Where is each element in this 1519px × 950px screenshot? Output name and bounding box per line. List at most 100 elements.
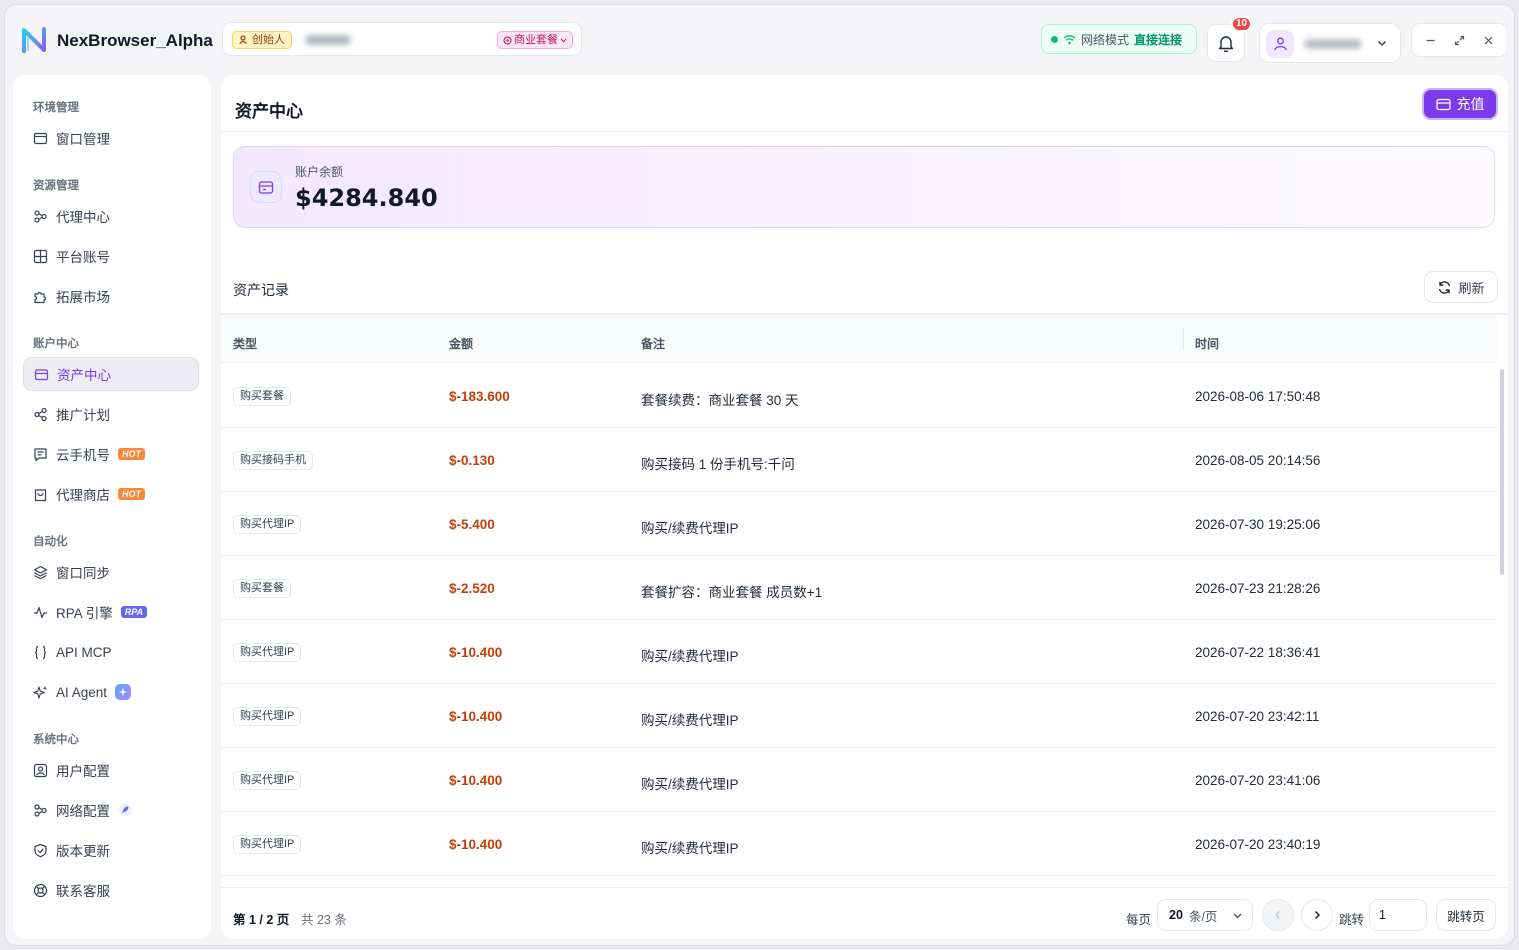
time-cell: 2026-07-20 23:40:19: [1195, 837, 1321, 852]
sidebar-item-extension-market[interactable]: 拓展市场: [23, 279, 199, 313]
sidebar-item-customer-service[interactable]: 联系客服: [23, 873, 199, 907]
sidebar-item-label: RPA 引擎: [56, 606, 113, 621]
sidebar-item-asset-center[interactable]: 资产中心: [23, 357, 199, 391]
table-scrollbar[interactable]: [1500, 369, 1504, 575]
chevron-left-icon: [1275, 911, 1280, 919]
sidebar-item-user-settings[interactable]: 用户配置: [23, 753, 199, 787]
window-controls: [1411, 23, 1508, 57]
prev-page-button[interactable]: [1262, 899, 1294, 931]
message-icon: [34, 447, 47, 461]
sidebar-group-title: 环境管理: [33, 102, 79, 114]
maximize-button[interactable]: [1448, 28, 1472, 52]
sidebar-item-api-mcp[interactable]: API MCP: [23, 635, 199, 669]
status-dot: [1051, 35, 1058, 43]
sparkles-icon: [33, 685, 48, 699]
records-title: 资产记录: [233, 282, 289, 298]
amount-cell: $-5.400: [449, 517, 495, 532]
time-cell: 2026-08-06 17:50:48: [1195, 389, 1321, 404]
time-cell: 2026-08-05 20:14:56: [1195, 453, 1321, 468]
per-page-select[interactable]: 20 条/页: [1157, 899, 1253, 931]
close-button[interactable]: [1477, 28, 1501, 52]
ai-badge-icon: [115, 684, 132, 700]
time-cell: 2026-07-30 19:25:06: [1195, 517, 1321, 532]
balance-label: 账户余额: [295, 165, 344, 179]
sidebar-item-referral-program[interactable]: 推广计划: [23, 397, 199, 431]
refresh-button-label: 刷新: [1458, 280, 1485, 296]
grid-icon: [33, 249, 48, 263]
plan-icon: [503, 35, 512, 45]
minimize-button[interactable]: [1419, 28, 1443, 52]
sidebar-group-title: 账户中心: [33, 338, 79, 350]
sidebar-item-label: 窗口管理: [56, 132, 110, 147]
minimize-icon: [1426, 39, 1435, 41]
amount-cell: $-10.400: [449, 773, 503, 788]
jump-page-input[interactable]: [1369, 899, 1427, 931]
sidebar-item-cloud-phone[interactable]: 云手机号 HOT: [23, 437, 199, 471]
sidebar-item-proxy-store[interactable]: 代理商店 HOT: [23, 477, 199, 511]
time-cell: 2026-07-22 18:36:41: [1195, 645, 1321, 660]
column-header-time: 时间: [1195, 337, 1220, 351]
column-header-type: 类型: [233, 337, 258, 351]
column-resizer[interactable]: [1183, 328, 1184, 350]
divider: [221, 131, 1508, 132]
per-page-label: 每页: [1126, 913, 1152, 927]
refresh-icon: [1439, 280, 1451, 294]
shopping-bag-icon: [34, 488, 47, 501]
user-menu[interactable]: [1259, 23, 1401, 63]
table-row: 购买代理IP $-10.400 购买/续费代理IP 2026-07-20 23:…: [221, 684, 1497, 748]
jump-page-button[interactable]: 跳转页: [1436, 899, 1496, 931]
amount-cell: $-0.130: [449, 453, 495, 468]
table-row: 购买套餐 $-2.520 套餐扩容：商业套餐 成员数+1 2026-07-23 …: [221, 556, 1497, 620]
type-tag: 购买代理IP: [233, 835, 302, 854]
recharge-button[interactable]: 充值: [1422, 88, 1498, 120]
next-page-button[interactable]: [1301, 899, 1333, 931]
team-selector[interactable]: 创始人 商业套餐: [222, 22, 582, 56]
wallet-icon: [1435, 98, 1451, 110]
sidebar-item-window-management[interactable]: 窗口管理: [23, 121, 199, 155]
table-row: 购买代理IP $-10.400 购买/续费代理IP 2026-07-20 23:…: [221, 812, 1497, 876]
sidebar-group-title: 系统中心: [33, 734, 79, 746]
role-badge: 创始人: [232, 31, 292, 49]
plan-badge[interactable]: 商业套餐: [497, 31, 573, 49]
type-tag: 购买套餐: [233, 579, 291, 598]
note-cell: 购买/续费代理IP: [641, 521, 739, 536]
sidebar-group-title: 自动化: [33, 536, 68, 548]
balance-value: $4284.840: [295, 184, 438, 212]
sidebar-item-window-sync[interactable]: 窗口同步: [23, 555, 199, 589]
user-settings-icon: [33, 763, 48, 777]
sidebar-item-platform-accounts[interactable]: 平台账号: [23, 239, 199, 273]
type-tag: 购买代理IP: [233, 643, 302, 662]
plan-badge-label: 商业套餐: [514, 34, 558, 46]
sidebar-item-proxy-center[interactable]: 代理中心: [23, 199, 199, 233]
sidebar-item-version-update[interactable]: 版本更新: [23, 833, 199, 867]
refresh-button[interactable]: 刷新: [1424, 271, 1498, 303]
jump-label: 跳转: [1339, 913, 1365, 927]
type-tag: 购买接码手机: [233, 451, 313, 470]
note-cell: 购买/续费代理IP: [641, 841, 739, 856]
note-cell: 购买/续费代理IP: [641, 777, 739, 792]
network-mode-indicator[interactable]: 网络模式 直接连接: [1041, 24, 1197, 54]
sidebar-item-label: 代理中心: [56, 210, 110, 225]
note-cell: 购买/续费代理IP: [641, 649, 739, 664]
expand-icon: [1454, 35, 1465, 45]
sidebar-item-label: API MCP: [56, 644, 112, 660]
sidebar-item-rpa-engine[interactable]: RPA 引擎 RPA: [23, 595, 199, 629]
amount-cell: $-10.400: [449, 709, 503, 724]
puzzle-icon: [34, 291, 47, 303]
note-cell: 套餐续费：商业套餐 30 天: [641, 393, 799, 408]
amount-cell: $-183.600: [449, 389, 510, 404]
share-icon: [34, 407, 47, 421]
chevron-down-icon: [1233, 913, 1242, 919]
sidebar-group-title: 资源管理: [33, 180, 79, 192]
sidebar-item-network-settings[interactable]: 网络配置: [23, 793, 199, 827]
page-title: 资产中心: [235, 102, 303, 121]
chevron-down-icon: [1377, 40, 1387, 47]
network-mode-value: 直接连接: [1134, 32, 1183, 47]
time-cell: 2026-07-20 23:42:11: [1195, 709, 1320, 724]
network-nodes-icon: [34, 803, 47, 817]
amount-cell: $-2.520: [449, 581, 495, 596]
lifebuoy-icon: [33, 883, 48, 897]
layers-icon: [33, 565, 48, 579]
sidebar-item-ai-agent[interactable]: AI Agent: [23, 675, 199, 709]
network-nodes-icon: [34, 209, 47, 223]
